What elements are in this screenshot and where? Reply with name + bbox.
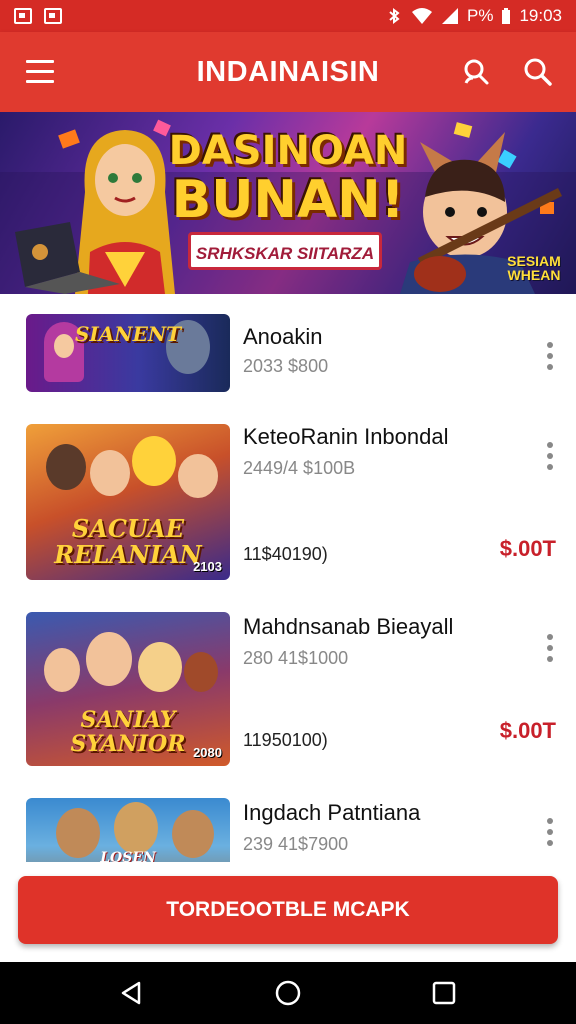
item-title: Ingdach Patntiana [243, 800, 421, 825]
more-options-button[interactable] [546, 342, 554, 370]
image-notification-icon [14, 8, 32, 24]
list-item[interactable]: SACUAE RELANIAN 2103 KeteoRanin Inbondal… [0, 408, 576, 595]
recents-button[interactable] [430, 979, 458, 1007]
signal-icon [441, 8, 458, 24]
thumbnail-title: SIANENT [74, 322, 181, 346]
game-thumbnail: SANIAY SYANIOR 2080 [26, 612, 230, 766]
system-nav-bar [0, 962, 576, 1024]
item-title: Mahdnsanab Bieayall [243, 614, 454, 639]
back-button[interactable] [117, 979, 145, 1007]
item-subtitle: 239 41$7900 [243, 834, 349, 854]
more-options-button[interactable] [546, 634, 554, 662]
game-thumbnail: LOSEN [26, 798, 230, 862]
thumbnail-title: LOSEN [100, 850, 156, 862]
recents-icon [432, 981, 456, 1005]
search-button[interactable] [522, 56, 554, 88]
banner-title-line1: DASINOAN [168, 128, 408, 174]
more-options-button[interactable] [546, 818, 554, 846]
more-options-button[interactable] [546, 442, 554, 470]
item-title: KeteoRanin Inbondal [243, 424, 449, 449]
game-thumbnail: SACUAE RELANIAN 2103 [26, 424, 230, 580]
item-extra: 11$40190) [243, 544, 328, 564]
item-subtitle: 280 41$1000 [243, 648, 349, 668]
list-item[interactable]: SIANENT Anoakin 2033 $800 [0, 294, 576, 409]
home-button[interactable] [274, 979, 302, 1007]
game-list: SIANENT Anoakin 2033 $800 SACUAE RELANIA… [0, 294, 576, 862]
thumbnail-year: 2103 [193, 559, 222, 574]
thumbnail-year: 2080 [193, 745, 222, 760]
search-icon [524, 58, 552, 86]
back-icon [121, 981, 141, 1005]
battery-text: P% [466, 6, 494, 25]
banner-ribbon: SRHKSKAR SIITARZA [188, 232, 382, 270]
app-bar: INDAINAISIN [0, 32, 576, 112]
item-price: $.00T [499, 718, 556, 743]
item-subtitle: 2033 $800 [243, 356, 329, 376]
item-title: Anoakin [243, 324, 323, 349]
battery-icon [502, 8, 511, 24]
primary-action-button[interactable]: TORDEOOTBLE MCAPK [18, 876, 558, 944]
banner-corner-logo: SESIAM WHEAN [507, 253, 561, 283]
game-thumbnail: SIANENT [26, 314, 230, 392]
user-search-icon [464, 59, 489, 85]
status-bar: P% 19:03 [0, 0, 576, 32]
user-search-button[interactable] [460, 56, 492, 88]
item-price: $.00T [499, 536, 556, 561]
photo-notification-icon [44, 8, 62, 24]
banner-title-line2: BUNAN! [171, 170, 405, 230]
clock: 19:03 [519, 6, 562, 25]
list-item[interactable]: LOSEN Ingdach Patntiana 239 41$7900 [0, 780, 576, 862]
wifi-icon [411, 8, 432, 24]
list-item[interactable]: SANIAY SYANIOR 2080 Mahdnsanab Bieayall … [0, 594, 576, 781]
home-icon [275, 980, 301, 1006]
bluetooth-icon [389, 8, 400, 24]
item-subtitle: 2449/4 $100B [243, 458, 356, 478]
item-extra: 11950100) [243, 730, 328, 750]
